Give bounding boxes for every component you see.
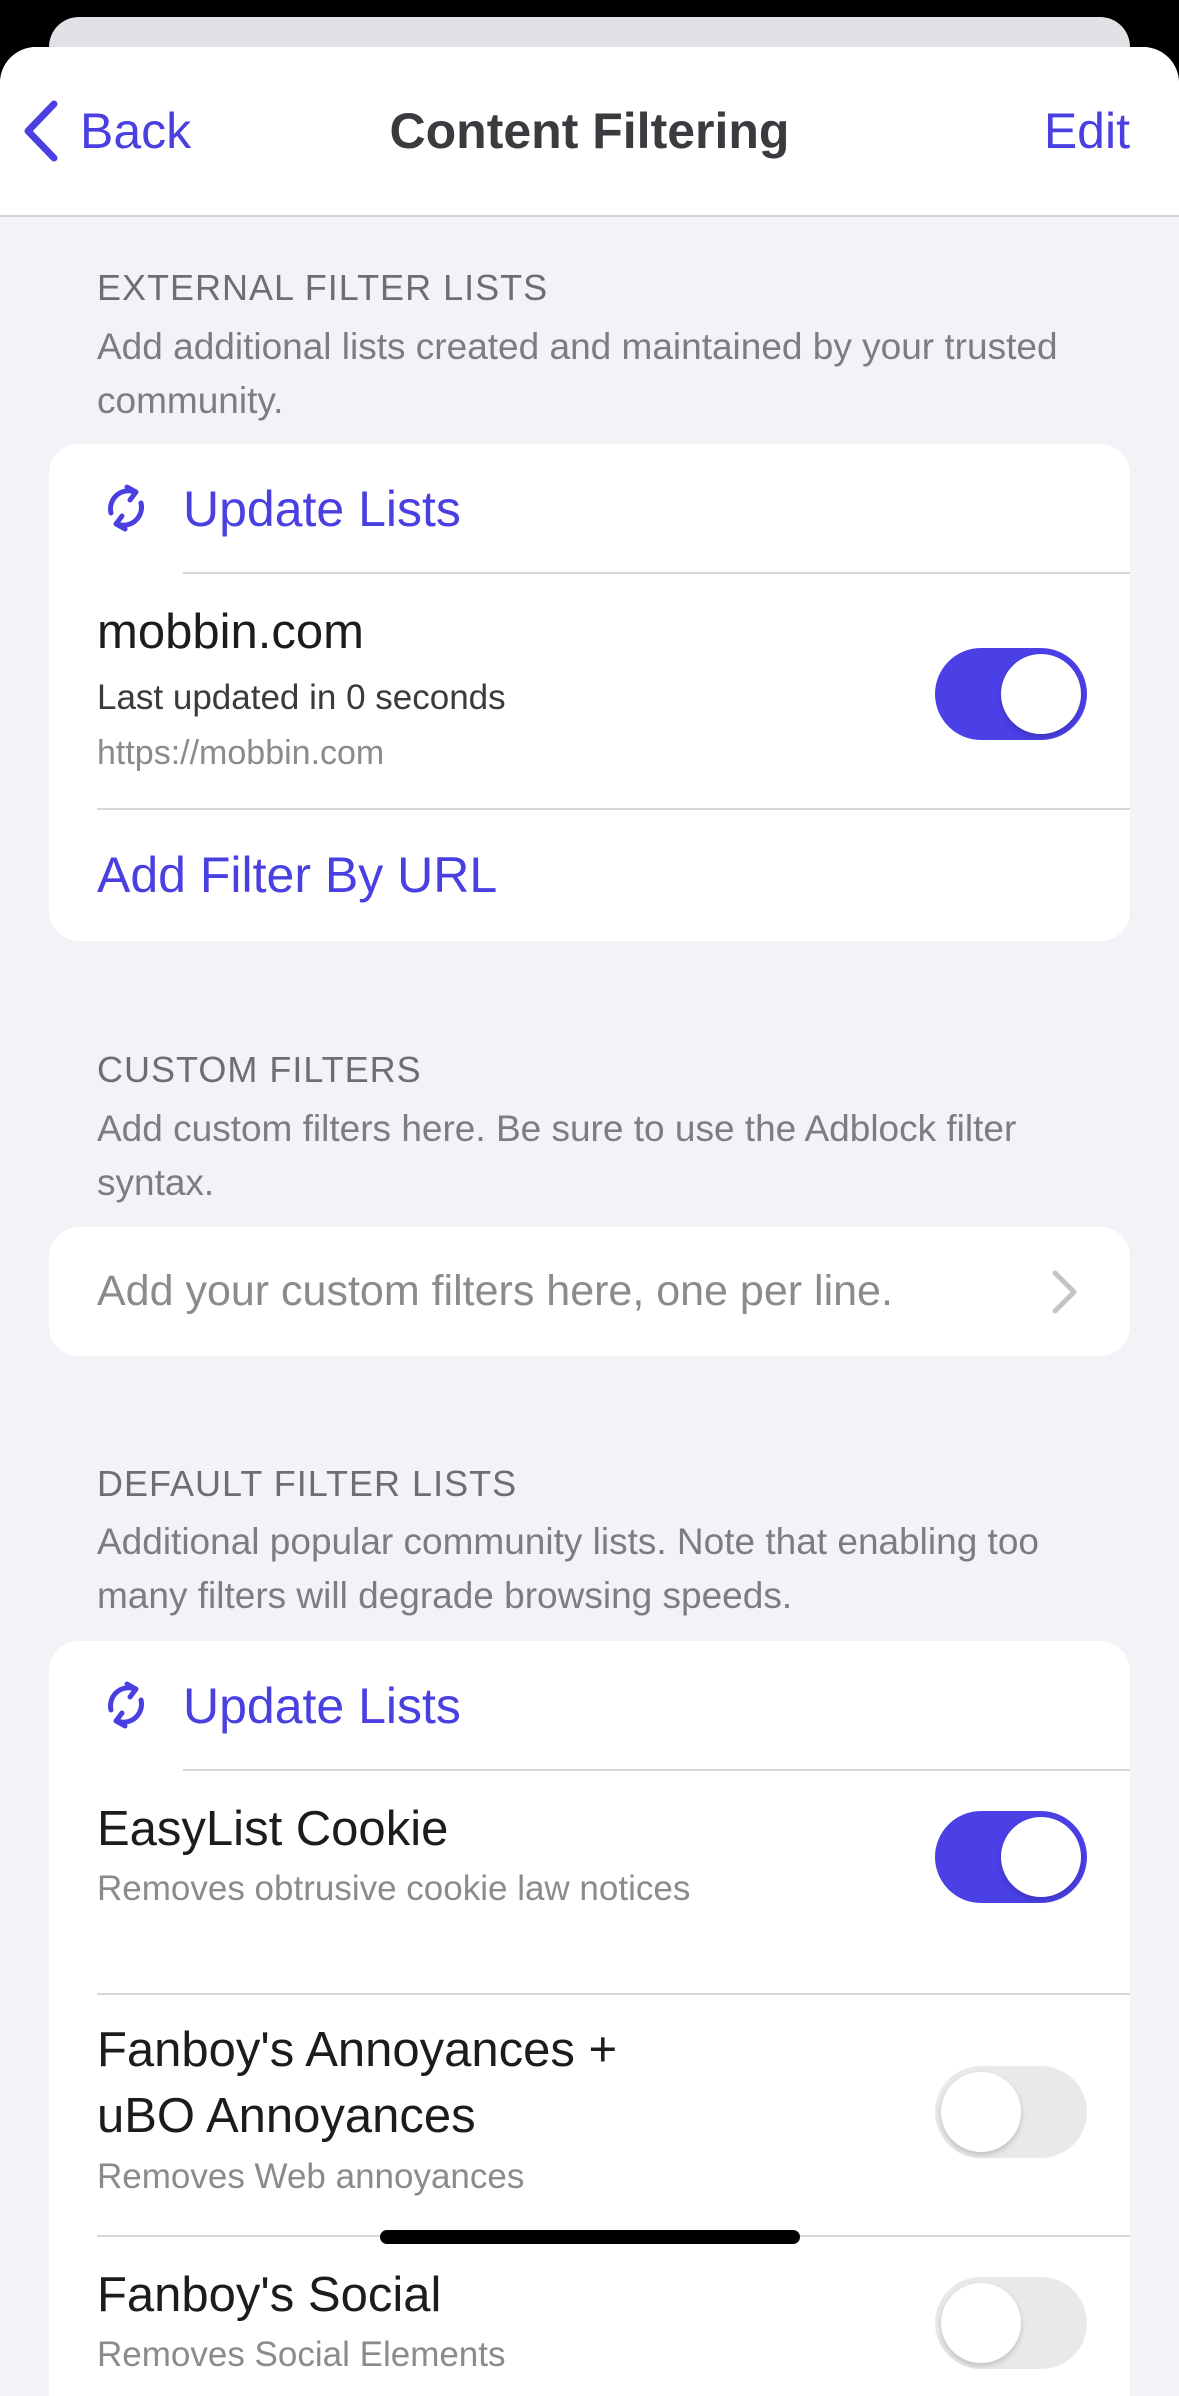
content-filtering-sheet: Back Content Filtering Edit EXTERNAL FIL… (0, 47, 1179, 2396)
refresh-icon (108, 484, 144, 532)
chevron-right-icon (1052, 1270, 1077, 1314)
filter-item-mobbin: mobbin.com Last updated in 0 seconds htt… (49, 574, 1130, 814)
filter-item-fanboy-social: Fanboy's Social Removes Social Elements (49, 2237, 1130, 2396)
custom-filters-placeholder: Add your custom filters here, one per li… (97, 1267, 893, 1315)
home-indicator (380, 2230, 800, 2244)
easylist-cookie-toggle[interactable] (935, 1811, 1087, 1903)
custom-filters-header: CUSTOM FILTERS (97, 1049, 422, 1090)
toggle-knob (1001, 654, 1081, 734)
custom-filters-input-row[interactable]: Add your custom filters here, one per li… (49, 1227, 1130, 1356)
navigation-bar: Back Content Filtering Edit (0, 47, 1179, 217)
filter-item-description: Removes obtrusive cookie law notices (97, 1869, 691, 1908)
default-lists-description: Additional popular community lists. Note… (97, 1521, 1039, 1616)
filter-item-url: https://mobbin.com (97, 734, 385, 772)
add-filter-by-url-button[interactable]: Add Filter By URL (49, 810, 1130, 941)
default-lists-header: DEFAULT FILTER LISTS (97, 1463, 518, 1504)
external-lists-description: Add additional lists created and maintai… (97, 326, 1058, 421)
edit-button[interactable]: Edit (1044, 99, 1130, 163)
add-filter-by-url-label: Add Filter By URL (97, 847, 498, 903)
custom-filters-description: Add custom filters here. Be sure to use … (97, 1108, 1017, 1203)
external-lists-group: Update Lists mobbin.com Last updated in … (49, 444, 1130, 941)
filter-item-title: EasyList Cookie (97, 1802, 449, 1856)
fanboy-social-toggle[interactable] (935, 2277, 1087, 2369)
filter-item-title: Fanboy's Social (97, 2268, 442, 2322)
mobbin-toggle[interactable] (935, 648, 1087, 740)
default-lists-group: Update Lists EasyList Cookie Removes obt… (49, 1641, 1130, 2396)
refresh-icon (108, 1681, 144, 1729)
update-lists-label: Update Lists (183, 481, 461, 537)
filter-item-title-line1: Fanboy's Annoyances + (97, 2023, 618, 2077)
toggle-knob (1001, 1817, 1081, 1897)
filter-item-description: Removes Social Elements (97, 2335, 506, 2374)
external-update-lists-button[interactable]: Update Lists (49, 444, 1130, 573)
page-title: Content Filtering (389, 103, 790, 159)
external-lists-header: EXTERNAL FILTER LISTS (97, 267, 549, 308)
toggle-knob (941, 2283, 1021, 2363)
filter-item-status: Last updated in 0 seconds (97, 678, 506, 717)
filter-item-easylist-cookie: EasyList Cookie Removes obtrusive cookie… (49, 1771, 1130, 1946)
default-update-lists-button[interactable]: Update Lists (49, 1641, 1130, 1770)
filter-item-description: Removes Web annoyances (97, 2157, 525, 2196)
update-lists-label: Update Lists (183, 1678, 461, 1734)
fanboy-annoyances-toggle[interactable] (935, 2066, 1087, 2158)
filter-item-title: mobbin.com (97, 605, 364, 659)
filter-item-title-line2: uBO Annoyances (97, 2089, 476, 2143)
filter-item-fanboy-annoyances: Fanboy's Annoyances + uBO Annoyances Rem… (49, 1994, 1130, 2234)
toggle-knob (941, 2072, 1021, 2152)
